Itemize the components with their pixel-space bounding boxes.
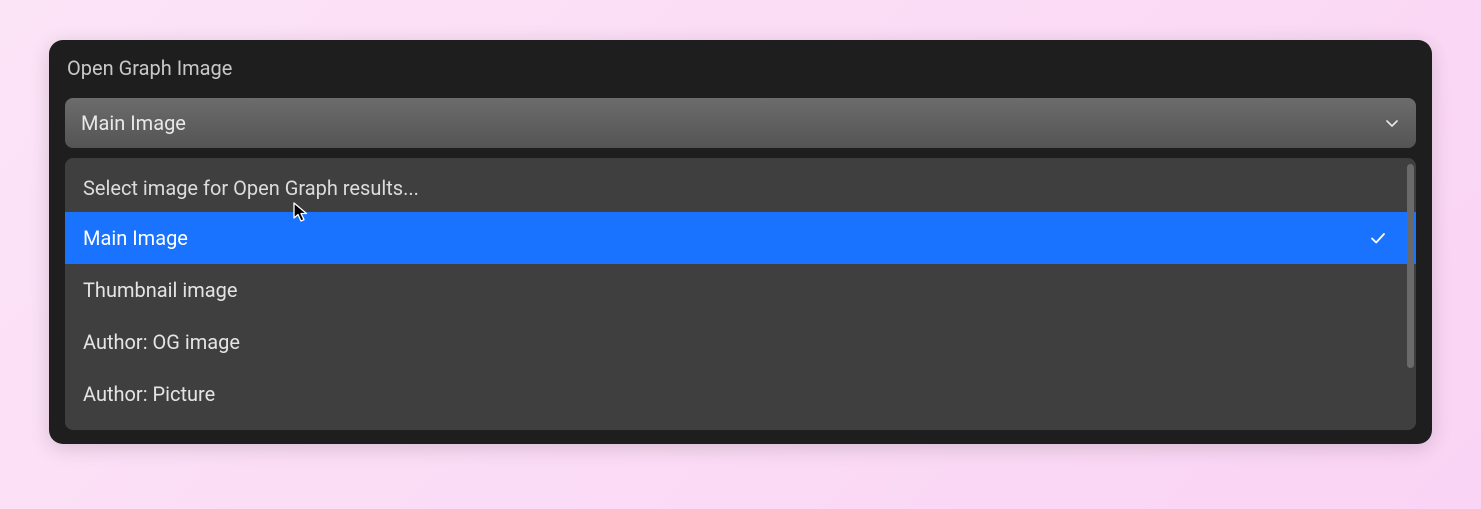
- image-dropdown: Select image for Open Graph results... M…: [65, 158, 1416, 430]
- dropdown-option-label: Thumbnail image: [83, 278, 237, 302]
- check-icon: [1368, 228, 1388, 248]
- dropdown-option-label: Author: Picture: [83, 382, 215, 406]
- chevron-down-icon: [1384, 115, 1400, 131]
- dropdown-option-main-image[interactable]: Main Image: [65, 212, 1416, 264]
- dropdown-placeholder: Select image for Open Graph results...: [65, 164, 1416, 212]
- dropdown-option-label: Main Image: [83, 226, 188, 250]
- dropdown-option-thumbnail-image[interactable]: Thumbnail image: [65, 264, 1416, 316]
- panel-title: Open Graph Image: [65, 56, 1416, 80]
- open-graph-image-panel: Open Graph Image Main Image Select image…: [49, 40, 1432, 444]
- image-select[interactable]: Main Image: [65, 98, 1416, 148]
- dropdown-option-author-picture[interactable]: Author: Picture: [65, 368, 1416, 420]
- scrollbar-thumb[interactable]: [1407, 164, 1414, 368]
- dropdown-option-label: Author: OG image: [83, 330, 240, 354]
- select-wrapper: Main Image Select image for Open Graph r…: [65, 98, 1416, 430]
- select-value: Main Image: [81, 111, 186, 135]
- dropdown-option-author-og-image[interactable]: Author: OG image: [65, 316, 1416, 368]
